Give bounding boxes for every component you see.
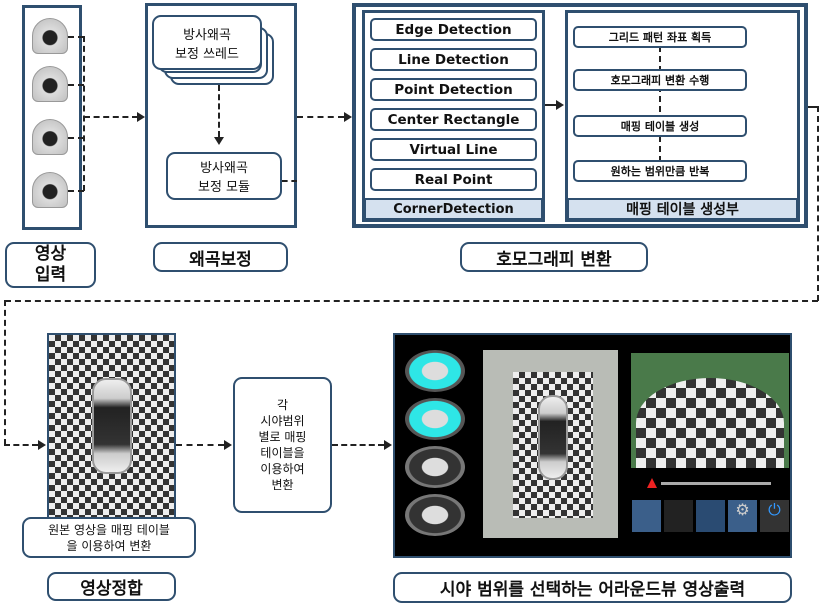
warning-icon <box>647 478 657 488</box>
distortion-label: 왜곡보정 <box>153 242 288 272</box>
car-image <box>92 378 132 474</box>
camera-icon <box>32 66 68 102</box>
registration-caption: 원본 영상을 매핑 테이블 을 이용하여 변환 <box>22 517 196 558</box>
around-view-screen: ⚙ ⏻ <box>393 333 792 558</box>
corner-step: Edge Detection <box>370 18 537 41</box>
view-select-button[interactable] <box>405 446 465 488</box>
transform-step: 각 시야범위 별로 매핑 테이블을 이용하여 변환 <box>233 377 332 513</box>
corner-detection-footer: CornerDetection <box>364 198 543 220</box>
homography-label: 호모그래피 변환 <box>460 242 648 272</box>
camera-view-image <box>631 353 789 468</box>
correction-thread: 방사왜곡 보정 쓰레드 <box>152 15 262 70</box>
corner-step: Point Detection <box>370 78 537 101</box>
view-select-button[interactable] <box>405 350 465 392</box>
mapping-footer: 매핑 테이블 생성부 <box>567 198 798 220</box>
diagram: 영상 입력 방사왜곡 보정 쓰레드 방사왜곡 보정 모듈 왜곡보정 Edge D… <box>0 0 822 606</box>
output-label: 시야 범위를 선택하는 어라운드뷰 영상출력 <box>393 572 792 603</box>
power-icon[interactable]: ⏻ <box>760 500 789 532</box>
mapping-step: 매핑 테이블 생성 <box>573 115 747 137</box>
input-label: 영상 입력 <box>5 242 96 288</box>
mapping-step: 호모그래피 변환 수행 <box>573 69 747 91</box>
view-select-button[interactable] <box>405 494 465 536</box>
mapping-step: 원하는 범위만큼 반복 <box>573 160 747 182</box>
view-select-button[interactable] <box>405 398 465 440</box>
settings-icon[interactable]: ⚙ <box>728 500 757 532</box>
registration-label: 영상정합 <box>47 572 176 601</box>
camera-icon <box>32 18 68 54</box>
mode-button[interactable] <box>696 500 725 532</box>
corner-step: Virtual Line <box>370 138 537 161</box>
arrows-icon <box>664 500 693 532</box>
camera-icon <box>32 119 68 155</box>
corner-step: Center Rectangle <box>370 108 537 131</box>
view-mode-button[interactable] <box>632 500 661 532</box>
corner-step: Real Point <box>370 168 537 191</box>
top-view-image <box>483 350 618 538</box>
mapping-step: 그리드 패턴 좌표 획득 <box>573 26 747 48</box>
corner-step: Line Detection <box>370 48 537 71</box>
camera-icon <box>32 172 68 208</box>
correction-module: 방사왜곡 보정 모듈 <box>166 152 282 200</box>
